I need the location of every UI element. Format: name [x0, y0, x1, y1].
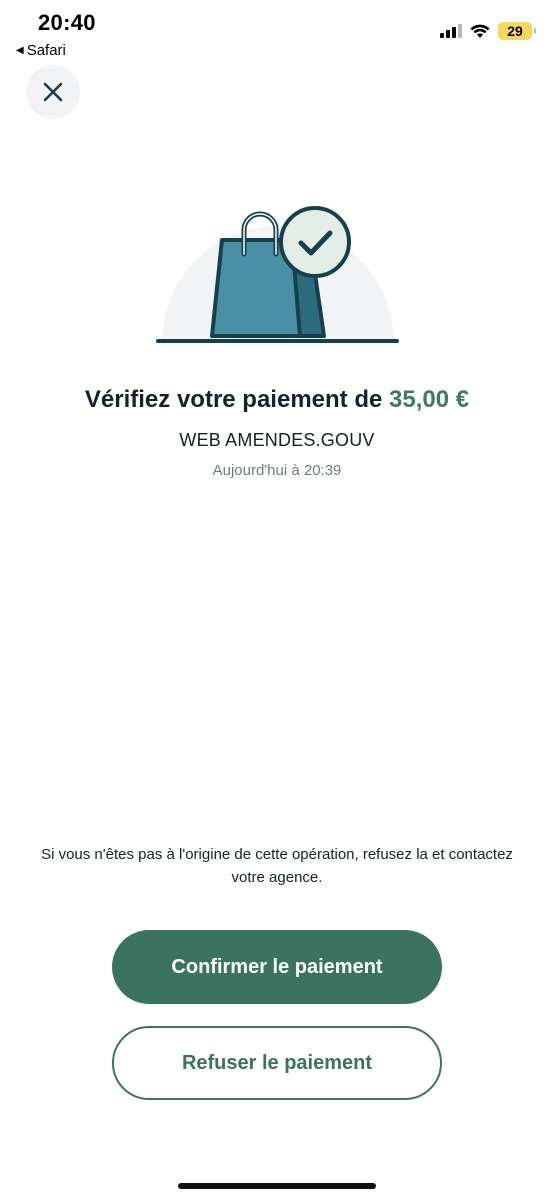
status-indicators: 29	[440, 22, 536, 40]
merchant-name: WEB AMENDES.GOUV	[179, 430, 375, 450]
status-time: 20:40	[38, 10, 96, 35]
payment-title-prefix: Vérifiez votre paiement de	[84, 386, 383, 413]
close-icon	[43, 82, 63, 102]
back-app-label: Safari	[26, 42, 66, 59]
payment-illustration	[150, 170, 410, 350]
security-notice: Si vous n'êtes pas à l'origine de cette …	[41, 846, 513, 886]
shopping-bag-check-icon	[156, 206, 399, 343]
wifi-icon	[470, 24, 490, 38]
payment-title: Vérifiez votre paiement de 35,00 €	[0, 386, 554, 414]
confirm-payment-label: Confirmer le paiement	[171, 955, 383, 978]
battery-level: 29	[507, 23, 523, 39]
battery-icon: 29	[498, 22, 536, 40]
close-button[interactable]	[26, 65, 80, 119]
refuse-payment-button[interactable]: Refuser le paiement	[112, 1026, 442, 1100]
refuse-payment-label: Refuser le paiement	[181, 1051, 373, 1074]
cellular-signal-icon	[440, 24, 462, 38]
back-arrow-icon: ◀	[16, 44, 24, 56]
home-indicator[interactable]	[178, 1183, 376, 1189]
back-to-app-link[interactable]: ◀ Safari	[16, 42, 66, 59]
payment-amount: 35,00 €	[389, 386, 470, 413]
status-bar: 20:40 ◀ Safari 29	[0, 0, 554, 70]
payment-date: Aujourd'hui à 20:39	[212, 462, 342, 479]
confirm-payment-button[interactable]: Confirmer le paiement	[112, 930, 442, 1004]
